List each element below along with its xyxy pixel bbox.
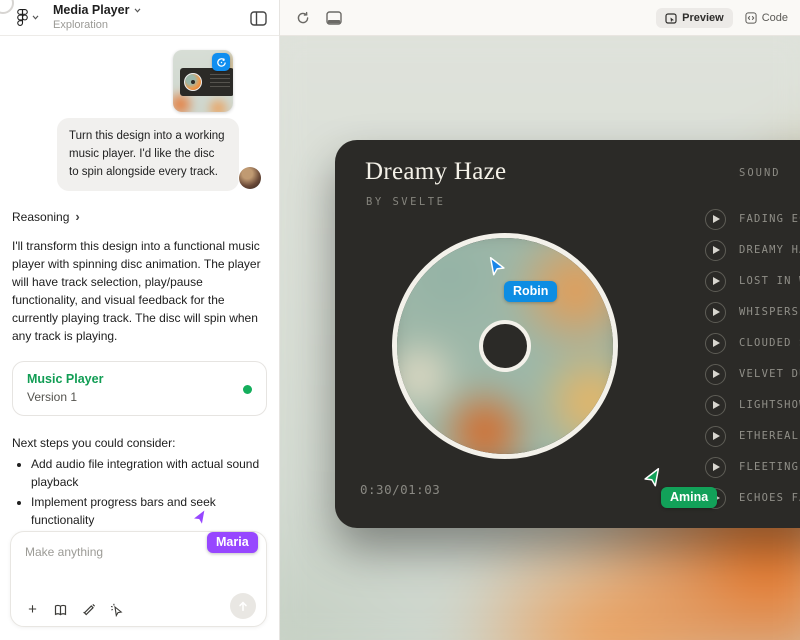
next-steps-intro: Next steps you could consider:: [12, 436, 267, 450]
play-icon[interactable]: [705, 457, 726, 478]
thumbnail-disc: [184, 73, 202, 91]
refresh-button[interactable]: [294, 9, 312, 27]
track-label: CLOUDED S: [739, 337, 800, 349]
composer-toolbar: +: [25, 602, 256, 617]
user-avatar: [239, 167, 261, 189]
chat-thread: Turn this design into a working music pl…: [0, 36, 279, 567]
track-label: ETHEREAL: [739, 430, 799, 442]
track-label: LOST IN W: [739, 275, 800, 287]
sidebar-header: Media Player Exploration: [0, 0, 279, 36]
spin-badge-icon: [212, 53, 230, 71]
tab-preview[interactable]: Preview: [656, 8, 733, 28]
next-step-item: Implement progress bars and seek functio…: [31, 494, 267, 529]
send-button[interactable]: [230, 593, 256, 619]
chat-sidebar: Media Player Exploration: [0, 0, 280, 640]
view-tabs: Preview Code: [656, 0, 792, 36]
chevron-right-icon: ›: [75, 209, 79, 224]
tracklist-rows: FADING EC DREAMY HA LOST IN W WHISP: [705, 208, 800, 509]
preview-tab-icon: [665, 13, 677, 24]
play-icon[interactable]: [705, 364, 726, 385]
track-row[interactable]: ECHOES FA: [705, 487, 800, 509]
thumbnail-tracklist: [210, 74, 230, 90]
track-row[interactable]: LIGHTSHOW: [705, 394, 800, 416]
track-label: WHISPERS: [739, 306, 799, 318]
file-subtitle: Exploration: [53, 19, 141, 31]
figma-logo-icon: [16, 8, 29, 27]
play-icon[interactable]: [705, 333, 726, 354]
album-byline: BY SVELTE: [366, 196, 445, 208]
user-message: Turn this design into a working music pl…: [57, 118, 239, 191]
attachment-thumbnail[interactable]: [173, 50, 233, 112]
version-card[interactable]: Music Player Version 1: [12, 361, 267, 416]
track-row[interactable]: LOST IN W: [705, 270, 800, 292]
toggle-panel-button[interactable]: [249, 9, 267, 27]
tab-code[interactable]: Code: [741, 8, 792, 28]
corner-decoration: [0, 0, 14, 14]
next-step-item: Add audio file integration with actual s…: [31, 456, 267, 491]
code-tab-label: Code: [762, 12, 788, 24]
disc-center-hole: [479, 320, 531, 372]
add-attachment-button[interactable]: +: [25, 602, 40, 617]
preview-canvas: Dreamy Haze BY SVELTE 0:30/01:03 SOUND F…: [280, 36, 800, 640]
chevron-down-icon: [32, 15, 39, 20]
magic-cursor-button[interactable]: [109, 602, 124, 617]
play-icon[interactable]: [705, 240, 726, 261]
play-icon[interactable]: [705, 209, 726, 230]
assistant-message: I'll transform this design into a functi…: [12, 237, 267, 345]
file-title-block[interactable]: Media Player Exploration: [53, 4, 141, 31]
track-row[interactable]: DREAMY HA: [705, 239, 800, 261]
track-row[interactable]: CLOUDED S: [705, 332, 800, 354]
reasoning-label: Reasoning: [12, 210, 69, 224]
track-label: FADING EC: [739, 213, 800, 225]
composer: +: [10, 531, 267, 627]
track-row[interactable]: FADING EC: [705, 208, 800, 230]
track-row[interactable]: ETHEREAL: [705, 425, 800, 447]
code-tab-icon: [745, 12, 757, 24]
preview-tab-label: Preview: [682, 12, 724, 24]
album-title: Dreamy Haze: [365, 158, 506, 186]
file-title: Media Player: [53, 4, 129, 18]
track-label: ECHOES FA: [739, 492, 800, 504]
play-icon[interactable]: [705, 271, 726, 292]
play-icon[interactable]: [705, 302, 726, 323]
app: Media Player Exploration: [0, 0, 800, 640]
preview-pane: Preview Code Dreamy Haze BY SVELTE: [280, 0, 800, 640]
track-label: VELVET DU: [739, 368, 800, 380]
tracklist-header: SOUND: [739, 167, 781, 179]
music-player-card: Dreamy Haze BY SVELTE 0:30/01:03 SOUND F…: [335, 140, 800, 528]
composer-input[interactable]: [11, 532, 266, 578]
reasoning-toggle[interactable]: Reasoning ›: [12, 209, 269, 224]
library-button[interactable]: [53, 602, 68, 617]
edit-wand-button[interactable]: [81, 602, 96, 617]
track-row[interactable]: VELVET DU: [705, 363, 800, 385]
play-icon[interactable]: [705, 395, 726, 416]
play-icon[interactable]: [705, 488, 726, 509]
figma-menu-button[interactable]: [16, 8, 39, 27]
status-dot: [243, 385, 252, 394]
play-icon[interactable]: [705, 426, 726, 447]
track-label: LIGHTSHOW: [739, 399, 800, 411]
track-row[interactable]: FLEETING: [705, 456, 800, 478]
track-label: FLEETING: [739, 461, 799, 473]
track-label: DREAMY HA: [739, 244, 800, 256]
version-card-version: Version 1: [27, 390, 252, 404]
version-card-title: Music Player: [27, 372, 252, 386]
chevron-down-icon: [134, 8, 141, 13]
user-message-bubble: Turn this design into a working music pl…: [57, 118, 239, 191]
spinning-disc[interactable]: [392, 233, 618, 459]
track-row[interactable]: WHISPERS: [705, 301, 800, 323]
device-frame-button[interactable]: [325, 9, 343, 27]
playback-time: 0:30/01:03: [360, 482, 440, 497]
preview-toolbar: Preview Code: [280, 0, 800, 36]
thumbnail-player-card: [180, 68, 233, 96]
